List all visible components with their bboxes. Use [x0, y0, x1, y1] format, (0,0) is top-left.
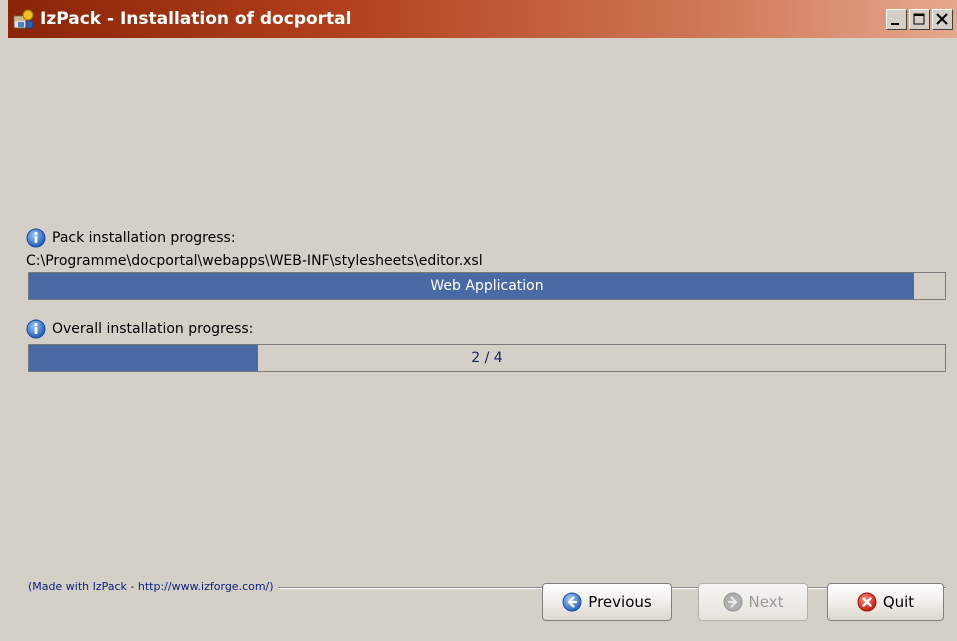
info-icon [26, 319, 46, 339]
previous-button[interactable]: Previous [542, 583, 672, 621]
pack-progress-text: Web Application [430, 278, 544, 294]
previous-label: Previous [588, 593, 652, 611]
quit-label: Quit [882, 593, 915, 611]
izpack-app-icon [12, 8, 36, 32]
close-icon [936, 13, 948, 25]
close-button[interactable] [932, 9, 953, 30]
title-bar[interactable]: IzPack - Installation of docportal [8, 0, 957, 38]
arrow-left-icon [562, 592, 582, 612]
minimize-button[interactable] [886, 9, 907, 30]
maximize-button[interactable] [909, 9, 930, 30]
pack-progress-label: Pack installation progress: [52, 230, 236, 246]
next-button[interactable]: Next [698, 583, 808, 621]
izpack-credit: (Made with IzPack - http://www.izforge.c… [28, 579, 278, 595]
quit-button[interactable]: Quit [827, 583, 944, 621]
cancel-icon [857, 592, 877, 612]
installer-window: IzPack - Installation of docportal Pack … [8, 0, 957, 641]
overall-progress-label: Overall installation progress: [52, 321, 254, 337]
pack-progress-bar: Web Application [28, 272, 946, 300]
arrow-right-icon [723, 592, 743, 612]
current-file-path: C:\Programme\docportal\webapps\WEB-INF\s… [26, 253, 483, 269]
info-icon [26, 228, 46, 248]
window-title: IzPack - Installation of docportal [40, 9, 352, 29]
pack-progress-row: Pack installation progress: [26, 226, 236, 250]
next-label: Next [748, 593, 784, 611]
overall-progress-row: Overall installation progress: [26, 317, 253, 341]
minimize-icon [891, 23, 899, 25]
credit-separator: (Made with IzPack - http://www.izforge.c… [28, 579, 946, 601]
overall-progress-bar: 2 / 4 [28, 344, 946, 372]
overall-progress-text: 2 / 4 [471, 350, 503, 366]
maximize-icon [913, 13, 925, 25]
